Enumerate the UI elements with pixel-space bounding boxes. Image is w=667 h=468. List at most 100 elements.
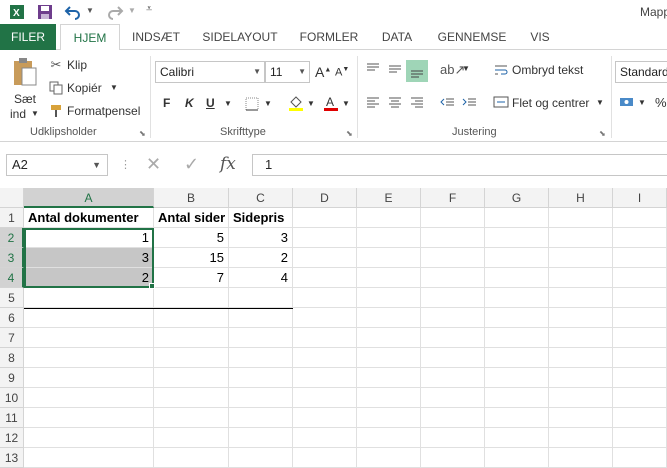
tab-insert[interactable]: INDSÆT <box>124 24 188 50</box>
borders-icon[interactable] <box>244 96 260 112</box>
cell-d11[interactable] <box>293 408 357 428</box>
cell-b6[interactable] <box>154 308 229 328</box>
cell-h7[interactable] <box>549 328 613 348</box>
underline-dropdown-icon[interactable]: ▼ <box>224 99 232 108</box>
cell-e10[interactable] <box>357 388 421 408</box>
undo-icon[interactable] <box>64 3 82 21</box>
cell-g10[interactable] <box>485 388 549 408</box>
align-left-icon[interactable] <box>364 94 382 110</box>
cell-f5[interactable] <box>421 288 485 308</box>
cell-b10[interactable] <box>154 388 229 408</box>
cut-button[interactable]: Klip <box>67 58 87 72</box>
font-launcher-icon[interactable]: ⬊ <box>346 129 353 138</box>
cell-h1[interactable] <box>549 208 613 228</box>
cell-c9[interactable] <box>229 368 293 388</box>
cell-h2[interactable] <box>549 228 613 248</box>
cell-a10[interactable] <box>24 388 154 408</box>
cell-g7[interactable] <box>485 328 549 348</box>
cell-b1[interactable]: Antal sider <box>154 208 229 228</box>
copy-icon[interactable] <box>48 80 64 96</box>
merge-center-icon[interactable] <box>492 94 510 110</box>
row-header-11[interactable]: 11 <box>0 408 24 428</box>
cell-a3[interactable]: 3 <box>24 248 154 268</box>
cell-e9[interactable] <box>357 368 421 388</box>
row-header-12[interactable]: 12 <box>0 428 24 448</box>
borders-dropdown-icon[interactable]: ▼ <box>264 99 272 108</box>
cancel-icon[interactable]: ✕ <box>146 154 161 175</box>
cell-h11[interactable] <box>549 408 613 428</box>
cell-h10[interactable] <box>549 388 613 408</box>
cell-a13[interactable] <box>24 448 154 468</box>
column-header-f[interactable]: F <box>421 188 485 208</box>
cell-g6[interactable] <box>485 308 549 328</box>
row-header-7[interactable]: 7 <box>0 328 24 348</box>
cell-i2[interactable] <box>613 228 667 248</box>
cell-g12[interactable] <box>485 428 549 448</box>
cell-c13[interactable] <box>229 448 293 468</box>
cell-h5[interactable] <box>549 288 613 308</box>
cell-c8[interactable] <box>229 348 293 368</box>
cell-d6[interactable] <box>293 308 357 328</box>
excel-logo-icon[interactable]: X <box>8 3 26 21</box>
customize-qat-icon[interactable]: ⩡ <box>146 3 152 16</box>
wrap-text-icon[interactable] <box>492 62 510 78</box>
cell-e2[interactable] <box>357 228 421 248</box>
cell-c5[interactable] <box>229 288 293 308</box>
cell-c3[interactable]: 2 <box>229 248 293 268</box>
increase-indent-icon[interactable] <box>460 94 478 110</box>
cell-g9[interactable] <box>485 368 549 388</box>
font-color-dropdown-icon[interactable]: ▼ <box>342 99 350 108</box>
cell-f8[interactable] <box>421 348 485 368</box>
cell-b13[interactable] <box>154 448 229 468</box>
copy-button[interactable]: Kopiér <box>67 81 102 95</box>
column-header-b[interactable]: B <box>154 188 229 208</box>
column-header-i[interactable]: I <box>613 188 667 208</box>
row-header-1[interactable]: 1 <box>0 208 24 228</box>
grow-font-icon[interactable]: A▲ <box>315 64 331 80</box>
cell-d12[interactable] <box>293 428 357 448</box>
cell-c11[interactable] <box>229 408 293 428</box>
select-all-button[interactable] <box>0 188 24 208</box>
font-size-select[interactable]: 11 ▼ <box>265 61 310 83</box>
cell-g8[interactable] <box>485 348 549 368</box>
fill-handle[interactable] <box>149 283 155 289</box>
paste-dropdown-icon[interactable]: ▼ <box>31 109 39 118</box>
cell-f7[interactable] <box>421 328 485 348</box>
cell-c4[interactable]: 4 <box>229 268 293 288</box>
cell-d9[interactable] <box>293 368 357 388</box>
formula-input[interactable]: 1 <box>252 154 667 176</box>
row-header-8[interactable]: 8 <box>0 348 24 368</box>
tab-data[interactable]: DATA <box>374 24 420 50</box>
cell-e5[interactable] <box>357 288 421 308</box>
fill-color-dropdown-icon[interactable]: ▼ <box>307 99 315 108</box>
cell-b9[interactable] <box>154 368 229 388</box>
cell-d3[interactable] <box>293 248 357 268</box>
orientation-dropdown-icon[interactable]: ▼ <box>462 64 470 73</box>
redo-dropdown-icon[interactable]: ▼ <box>128 6 136 15</box>
tab-view[interactable]: VIS <box>524 24 556 50</box>
cell-i13[interactable] <box>613 448 667 468</box>
font-name-select[interactable]: Calibri ▼ <box>155 61 265 83</box>
tab-formulas[interactable]: FORMLER <box>292 24 366 50</box>
clipboard-launcher-icon[interactable]: ⬊ <box>139 129 146 138</box>
cell-b8[interactable] <box>154 348 229 368</box>
column-header-h[interactable]: H <box>549 188 613 208</box>
format-painter-button[interactable]: Formatpensel <box>67 104 140 118</box>
cell-h8[interactable] <box>549 348 613 368</box>
cell-b5[interactable] <box>154 288 229 308</box>
paste-label[interactable]: Sæt <box>14 92 36 106</box>
paste-icon[interactable] <box>10 56 38 88</box>
cell-a7[interactable] <box>24 328 154 348</box>
cell-d2[interactable] <box>293 228 357 248</box>
insert-function-icon[interactable]: fx <box>220 154 236 174</box>
row-header-4[interactable]: 4 <box>0 268 24 288</box>
cell-f11[interactable] <box>421 408 485 428</box>
cell-i1[interactable] <box>613 208 667 228</box>
row-header-6[interactable]: 6 <box>0 308 24 328</box>
tab-file[interactable]: FILER <box>0 24 56 50</box>
bold-button[interactable]: F <box>163 96 170 110</box>
cell-f9[interactable] <box>421 368 485 388</box>
cell-f10[interactable] <box>421 388 485 408</box>
cell-i12[interactable] <box>613 428 667 448</box>
cell-g1[interactable] <box>485 208 549 228</box>
